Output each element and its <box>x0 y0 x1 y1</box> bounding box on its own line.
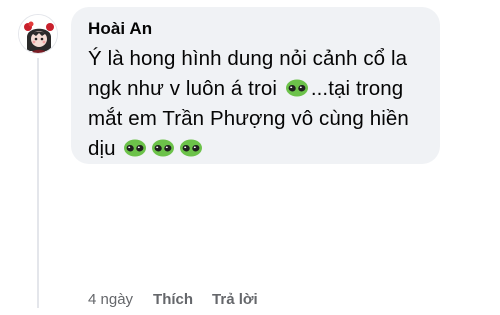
alien-face-emoji-icon <box>179 139 203 157</box>
reply-button[interactable]: Trả lời <box>212 291 258 308</box>
comment-actions: 4 ngày Thích Trả lời <box>88 291 258 308</box>
comment-timestamp[interactable]: 4 ngày <box>88 291 133 308</box>
comment-text: Ý là hong hình dung nỏi cảnh cổ la ngk n… <box>88 44 426 164</box>
alien-face-emoji-icon <box>151 139 175 157</box>
alien-face-emoji-icon <box>123 139 147 157</box>
comment-bubble: Hoài An Ý là hong hình dung nỏi cảnh cổ … <box>71 7 440 164</box>
like-button[interactable]: Thích <box>153 291 193 308</box>
avatar[interactable] <box>18 14 58 54</box>
comment-author-name[interactable]: Hoài An <box>88 18 426 40</box>
alien-face-emoji-icon <box>285 79 309 97</box>
avatar-illustration-icon <box>19 15 57 53</box>
comment-thread: Hoài An Ý là hong hình dung nỏi cảnh cổ … <box>0 0 500 315</box>
thread-connector-line <box>37 58 39 308</box>
